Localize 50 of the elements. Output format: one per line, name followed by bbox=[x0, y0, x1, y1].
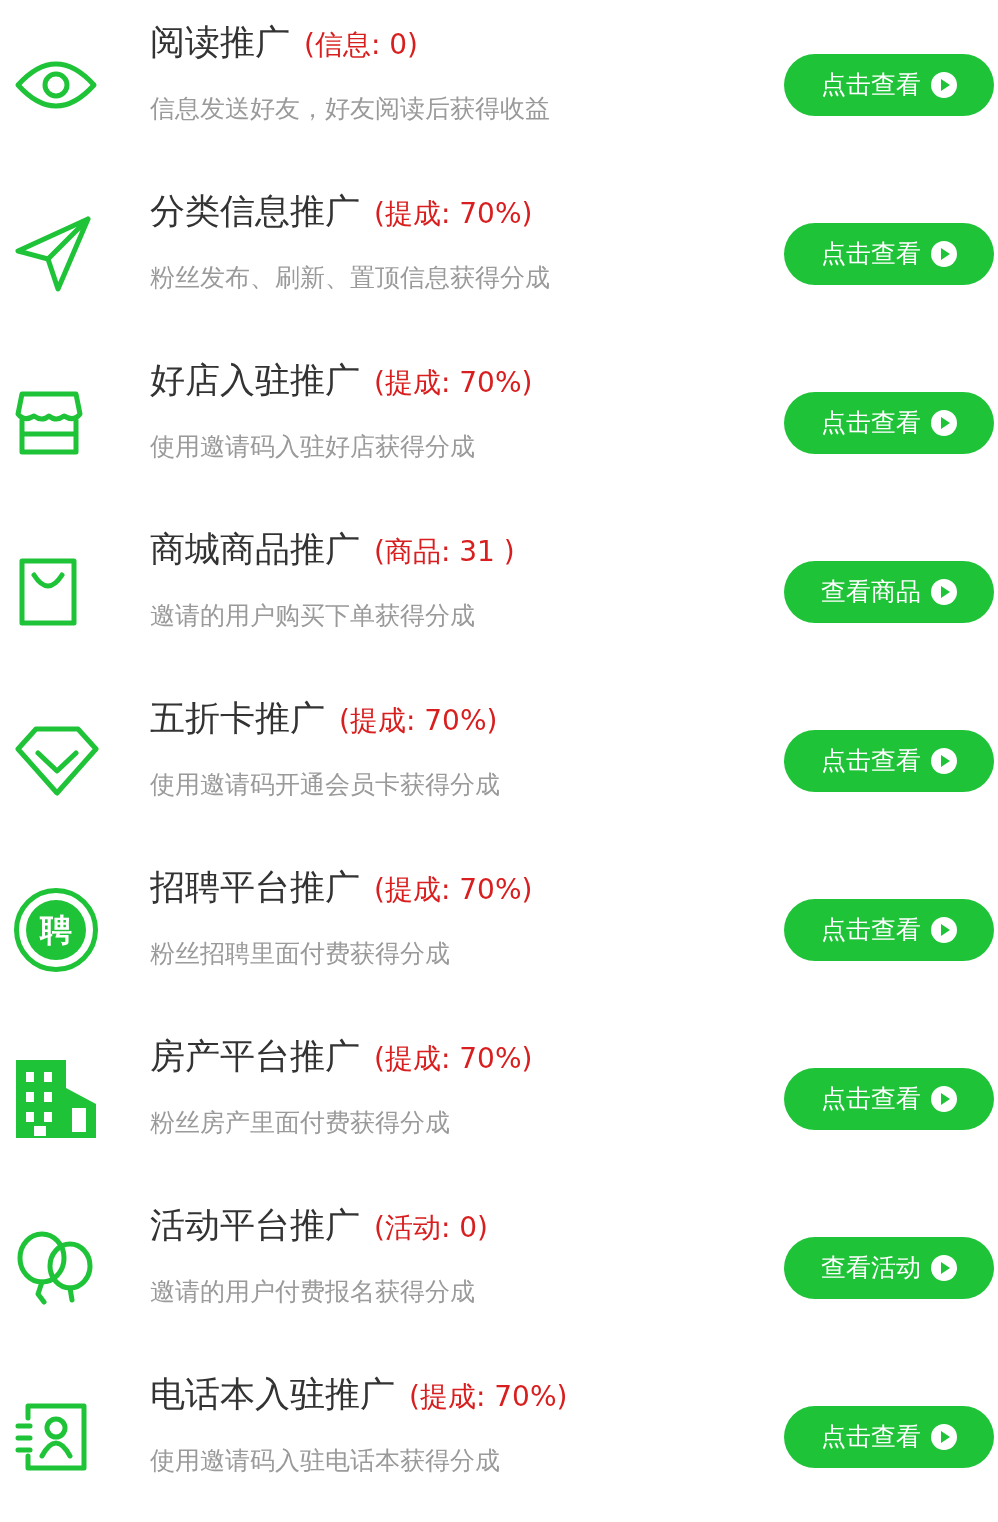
item-title: 阅读推广 bbox=[150, 20, 290, 64]
play-icon bbox=[931, 1254, 957, 1281]
view-button[interactable]: 点击查看 bbox=[784, 729, 994, 792]
item-title: 五折卡推广 bbox=[150, 696, 325, 740]
item-description: 使用邀请码入驻电话本获得分成 bbox=[150, 1445, 501, 1477]
item-note: (提成: 70%) bbox=[374, 364, 533, 401]
item-description: 粉丝招聘里面付费获得分成 bbox=[150, 938, 451, 970]
item-description: 邀请的用户付费报名获得分成 bbox=[150, 1276, 476, 1308]
view-button[interactable]: 点击查看 bbox=[784, 391, 994, 454]
view-button[interactable]: 点击查看 bbox=[784, 1067, 994, 1130]
item-note: (信息: 0) bbox=[304, 26, 418, 63]
play-icon bbox=[931, 916, 957, 943]
item-title: 分类信息推广 bbox=[150, 189, 360, 233]
item-title: 好店入驻推广 bbox=[150, 358, 360, 402]
view-button[interactable]: 点击查看 bbox=[784, 898, 994, 961]
item-description: 使用邀请码开通会员卡获得分成 bbox=[150, 769, 501, 801]
item-note: (商品: 31 ) bbox=[374, 533, 515, 570]
view-button[interactable]: 点击查看 bbox=[784, 1405, 994, 1468]
item-description: 信息发送好友，好友阅读后获得收益 bbox=[150, 93, 551, 125]
item-note: (提成: 70%) bbox=[339, 702, 498, 739]
play-icon bbox=[931, 409, 957, 436]
item-title: 活动平台推广 bbox=[150, 1203, 360, 1247]
building-icon bbox=[14, 1057, 98, 1140]
play-icon bbox=[931, 747, 957, 774]
item-note: (提成: 70%) bbox=[374, 1040, 533, 1077]
item-note: (提成: 70%) bbox=[374, 871, 533, 908]
play-icon bbox=[931, 1085, 957, 1112]
item-note: (活动: 0) bbox=[374, 1209, 488, 1246]
contact-card-icon bbox=[14, 1401, 88, 1472]
item-note: (提成: 70%) bbox=[409, 1378, 568, 1415]
play-icon bbox=[931, 1423, 957, 1450]
view-button[interactable]: 点击查看 bbox=[784, 53, 994, 116]
view-button[interactable]: 点击查看 bbox=[784, 222, 994, 285]
item-title: 商城商品推广 bbox=[150, 527, 360, 571]
play-icon bbox=[931, 240, 957, 267]
view-button[interactable]: 查看活动 bbox=[784, 1236, 994, 1299]
play-icon bbox=[931, 578, 957, 605]
item-description: 使用邀请码入驻好店获得分成 bbox=[150, 431, 476, 463]
item-title: 招聘平台推广 bbox=[150, 865, 360, 909]
play-icon bbox=[931, 71, 957, 98]
item-description: 邀请的用户购买下单获得分成 bbox=[150, 600, 476, 632]
item-title: 房产平台推广 bbox=[150, 1034, 360, 1078]
item-description: 粉丝发布、刷新、置顶信息获得分成 bbox=[150, 262, 551, 294]
send-icon bbox=[14, 214, 92, 293]
hiring-badge-icon: 聘 bbox=[14, 887, 98, 972]
item-note: (提成: 70%) bbox=[374, 195, 533, 232]
item-title: 电话本入驻推广 bbox=[150, 1372, 395, 1416]
view-button[interactable]: 查看商品 bbox=[784, 560, 994, 623]
item-description: 粉丝房产里面付费获得分成 bbox=[150, 1107, 451, 1139]
diamond-icon bbox=[14, 724, 100, 797]
